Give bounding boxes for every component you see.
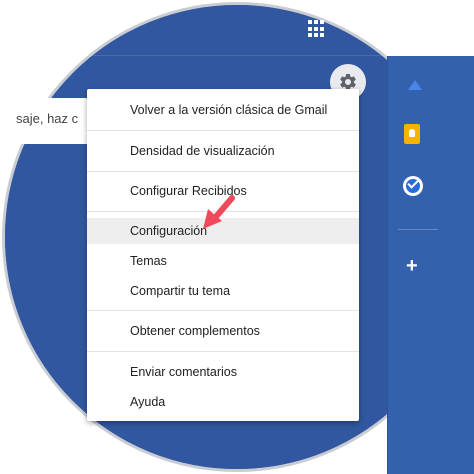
apps-grid-icon[interactable] [308, 20, 326, 38]
menu-item-display-density[interactable]: Densidad de visualización [87, 138, 359, 164]
calendar-icon[interactable] [408, 80, 422, 90]
side-panel [387, 56, 474, 474]
menu-item-share-theme[interactable]: Compartir tu tema [87, 278, 359, 304]
menu-item-classic-gmail[interactable]: Volver a la versión clásica de Gmail [87, 97, 359, 123]
menu-divider [87, 130, 359, 131]
menu-divider [87, 351, 359, 352]
menu-item-help[interactable]: Ayuda [87, 389, 359, 415]
search-text: saje, haz c [16, 111, 79, 126]
pointer-arrow-icon [203, 195, 235, 229]
menu-item-themes[interactable]: Temas [87, 248, 359, 274]
panel-divider [398, 229, 438, 230]
keep-icon[interactable] [404, 124, 420, 144]
add-icon[interactable]: + [406, 256, 418, 276]
settings-menu: Volver a la versión clásica de Gmail Den… [87, 89, 359, 421]
menu-divider [87, 171, 359, 172]
menu-item-get-addons[interactable]: Obtener complementos [87, 318, 359, 344]
menu-divider [87, 310, 359, 311]
menu-item-send-feedback[interactable]: Enviar comentarios [87, 359, 359, 385]
